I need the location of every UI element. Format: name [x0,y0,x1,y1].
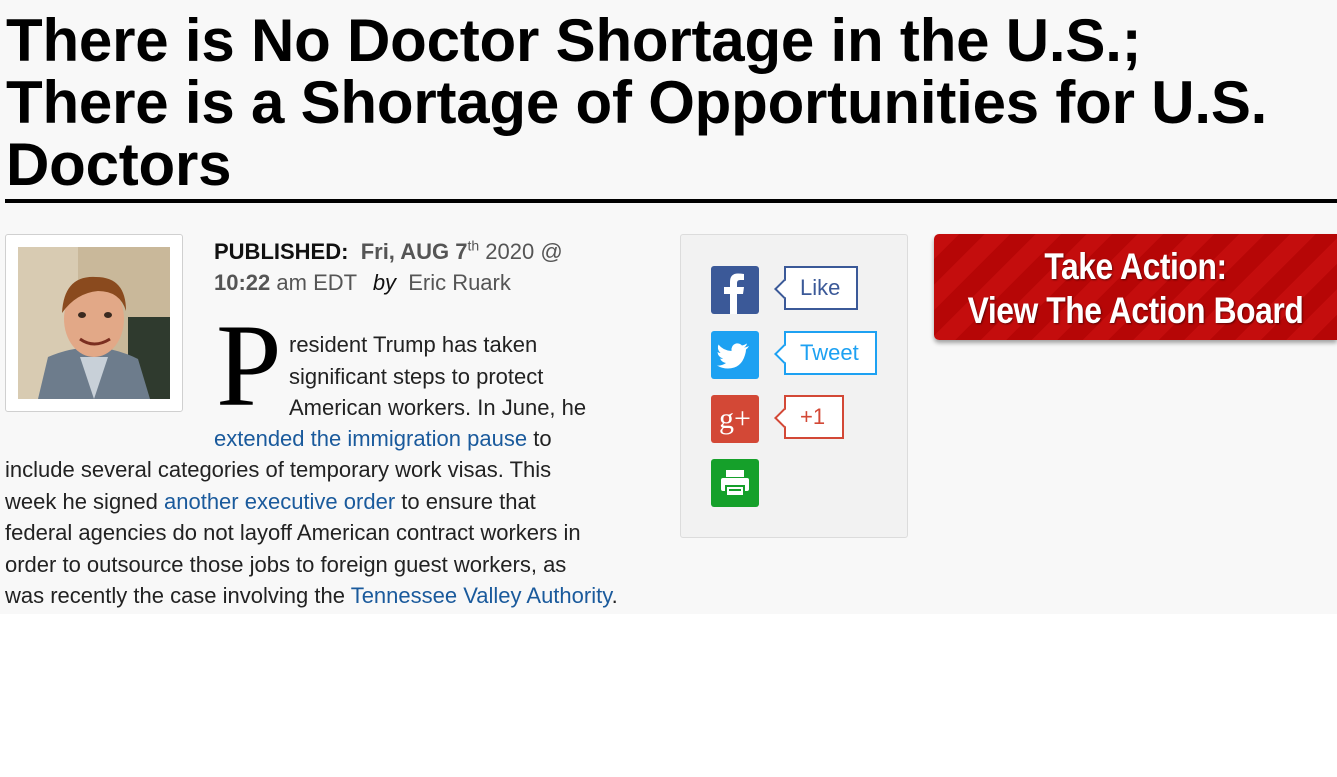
facebook-like-button[interactable]: Like [784,266,858,310]
title-line-2: There is a Shortage of Opportunities for… [6,69,1268,136]
drop-cap: P [216,300,282,431]
facebook-like-label: Like [800,275,841,300]
article-line: include several categories of temporary … [5,457,552,482]
article-line: federal agencies do not layoff American … [5,520,581,546]
twitter-icon[interactable] [711,331,759,379]
published-colon: : [341,239,349,264]
share-box: Like Tweet g+ +1 [680,234,908,538]
article-body: include several categories of temporary … [5,454,685,612]
article-text-span: to ensure that [395,488,536,514]
title-line-1: There is No Doctor Shortage in the U.S.; [6,7,1142,74]
author-photo [18,247,170,399]
article-line: week he signed another executive order t… [5,486,685,518]
publish-time-suffix: am EDT [276,270,357,295]
twitter-tweet-button[interactable]: Tweet [784,331,877,375]
article-line-link1: extended the immigration pause to [214,423,694,455]
google-plus-icon[interactable]: g+ [711,395,759,443]
take-action-banner[interactable]: Take Action: View The Action Board [934,234,1337,340]
article-line: order to outsource those jobs to foreign… [5,551,567,577]
twitter-tweet-label: Tweet [800,340,859,365]
article-meta: PUBLISHED: Fri, AUG 7th 2020 @ 10:22 am … [214,236,634,298]
date-suffix: th [467,237,480,254]
article-text-span: was recently the case involving the [5,583,351,609]
tennessee-valley-authority-link[interactable]: Tennessee Valley Authority [351,583,612,608]
executive-order-link[interactable]: another executive order [164,489,395,514]
author-photo-frame [5,234,183,412]
publish-time: 10:22 [214,270,271,295]
google-plus-one-button[interactable]: +1 [784,395,844,439]
facebook-icon[interactable] [711,266,759,314]
article-intro-indented: resident Trump has taken significant ste… [289,329,639,424]
immigration-pause-link[interactable]: extended the immigration pause [214,426,527,451]
title-line-3: Doctors [6,131,232,198]
take-action-line-2: View The Action Board [967,290,1304,331]
published-label: PUBLISHED [214,239,342,264]
article-title: There is No Doctor Shortage in the U.S.;… [6,10,1336,196]
article-text-span: week he signed [5,488,164,514]
title-divider [5,199,1337,203]
article-text-span: . [611,583,618,609]
article-line: resident Trump has taken [289,332,538,357]
google-plus-glyph: g+ [719,402,751,435]
take-action-line-1: Take Action: [1044,246,1227,287]
article-line: was recently the case involving the Tenn… [5,580,685,612]
print-icon[interactable] [711,459,759,507]
article-line: American workers. In June, he [289,395,587,421]
google-plus-one-label: +1 [800,404,826,429]
publish-year: 2020 @ [485,239,563,264]
article-line: significant steps to protect [289,363,544,389]
publish-date: Fri, AUG 7 [360,239,468,264]
by-label: by [372,270,397,295]
author-name[interactable]: Eric Ruark [408,270,511,295]
article-text-span: to [527,426,552,451]
